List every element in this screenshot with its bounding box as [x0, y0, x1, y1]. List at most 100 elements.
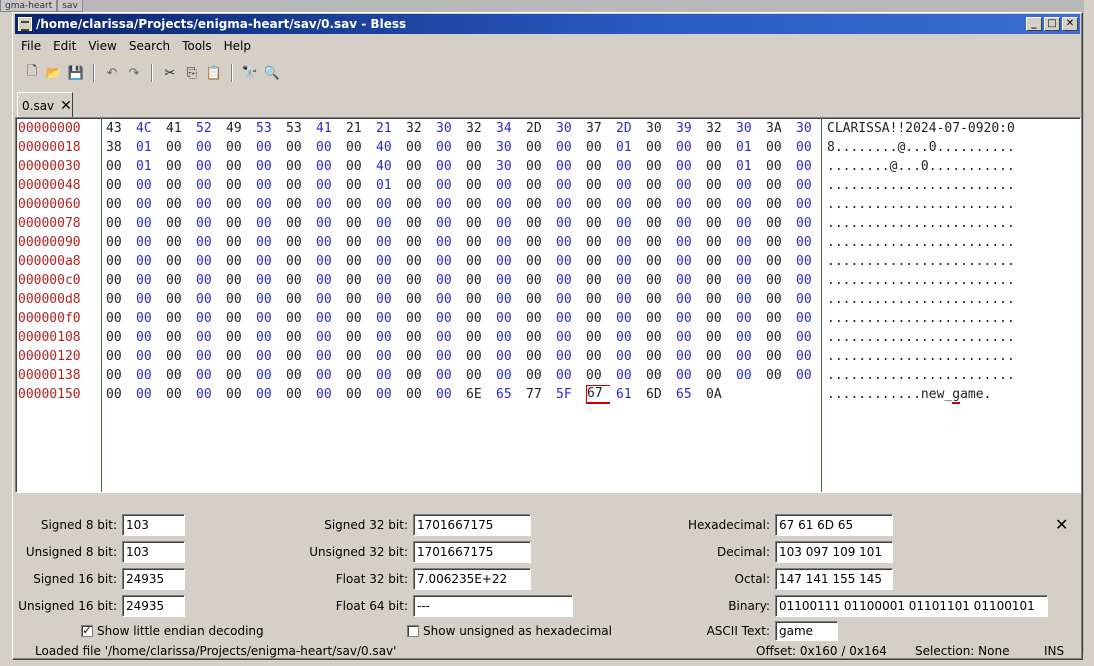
hex-byte[interactable]: 00 — [166, 385, 190, 404]
hex-byte[interactable]: 00 — [466, 328, 490, 347]
hex-byte[interactable]: 00 — [736, 347, 760, 366]
hex-byte[interactable]: 21 — [346, 119, 370, 138]
hex-byte[interactable]: 00 — [406, 328, 430, 347]
hex-byte[interactable]: 00 — [376, 328, 400, 347]
signed32-field[interactable]: 1701667175 — [413, 514, 531, 536]
hex-byte[interactable]: 00 — [256, 271, 280, 290]
hex-byte[interactable]: 00 — [136, 195, 160, 214]
hex-byte[interactable]: 00 — [226, 290, 250, 309]
hex-byte[interactable]: 00 — [676, 195, 700, 214]
hex-byte[interactable]: 00 — [106, 328, 130, 347]
hex-byte[interactable]: 00 — [406, 309, 430, 328]
hex-byte[interactable]: 00 — [796, 328, 820, 347]
hex-byte[interactable]: 00 — [796, 271, 820, 290]
checkbox-checked-icon[interactable]: ✓ — [81, 625, 93, 637]
hex-byte[interactable]: 3A — [766, 119, 790, 138]
hex-byte[interactable]: 00 — [436, 195, 460, 214]
hex-byte[interactable]: 00 — [406, 233, 430, 252]
hex-byte[interactable]: 00 — [766, 176, 790, 195]
hex-byte[interactable]: 41 — [316, 119, 340, 138]
hex-byte[interactable]: 53 — [286, 119, 310, 138]
hex-byte[interactable]: 00 — [106, 385, 130, 404]
hex-byte[interactable]: 00 — [376, 195, 400, 214]
hex-byte[interactable]: 00 — [316, 195, 340, 214]
hex-byte[interactable]: 00 — [646, 347, 670, 366]
hex-byte[interactable]: 00 — [676, 138, 700, 157]
hex-byte[interactable]: 00 — [106, 157, 130, 176]
hex-byte[interactable]: 00 — [676, 233, 700, 252]
hex-byte[interactable]: 00 — [406, 290, 430, 309]
hex-byte[interactable]: 00 — [766, 328, 790, 347]
hex-byte[interactable]: 00 — [196, 309, 220, 328]
hex-byte[interactable]: 00 — [706, 138, 730, 157]
octal-field[interactable]: 147 141 155 145 — [775, 568, 893, 590]
desktop-tab[interactable]: gma-heart — [0, 0, 58, 12]
hex-byte[interactable]: 00 — [676, 366, 700, 385]
title-bar[interactable]: /home/clarissa/Projects/enigma-heart/sav… — [15, 14, 1080, 34]
paste-icon[interactable]: 📋 — [203, 62, 225, 84]
hex-byte[interactable]: 30 — [796, 119, 820, 138]
hex-byte[interactable]: 00 — [526, 233, 550, 252]
hex-byte[interactable]: 00 — [616, 214, 640, 233]
hex-byte[interactable]: 00 — [436, 214, 460, 233]
hex-byte[interactable]: 00 — [706, 290, 730, 309]
hex-byte[interactable]: 00 — [346, 328, 370, 347]
hex-byte[interactable]: 00 — [406, 157, 430, 176]
hex-byte[interactable]: 00 — [106, 195, 130, 214]
hex-byte[interactable]: 01 — [736, 157, 760, 176]
hex-byte[interactable]: 00 — [586, 309, 610, 328]
hex-byte[interactable]: 00 — [616, 271, 640, 290]
hex-byte[interactable]: 00 — [256, 233, 280, 252]
hex-byte[interactable]: 00 — [676, 309, 700, 328]
menu-search[interactable]: Search — [123, 39, 176, 53]
float32-field[interactable]: 7.006235E+22 — [413, 568, 531, 590]
hex-byte[interactable]: 00 — [466, 157, 490, 176]
hex-byte[interactable]: 00 — [106, 290, 130, 309]
hex-byte[interactable]: 00 — [496, 195, 520, 214]
hex-byte[interactable]: 00 — [256, 176, 280, 195]
decimal-field[interactable]: 103 097 109 101 — [775, 541, 893, 563]
hex-byte[interactable]: 00 — [316, 176, 340, 195]
hex-byte[interactable]: 00 — [496, 328, 520, 347]
hex-byte[interactable]: 00 — [196, 366, 220, 385]
hex-byte[interactable]: 00 — [706, 271, 730, 290]
new-file-icon[interactable]: 🗋 — [21, 62, 43, 84]
hex-byte[interactable]: 00 — [196, 176, 220, 195]
hex-byte[interactable]: 00 — [166, 214, 190, 233]
menu-file[interactable]: File — [15, 39, 47, 53]
ascii-text-field[interactable]: game — [775, 621, 838, 641]
hex-byte[interactable]: 30 — [436, 119, 460, 138]
hex-byte[interactable]: 00 — [316, 385, 340, 404]
ascii-column[interactable]: ............new_game. — [827, 385, 1077, 404]
hex-byte[interactable]: 00 — [196, 214, 220, 233]
hex-byte[interactable]: 00 — [736, 271, 760, 290]
hex-byte[interactable]: 6D — [646, 385, 670, 404]
hex-byte[interactable]: 53 — [256, 119, 280, 138]
hex-view[interactable]: 00000000 43 4C 41 52 49 53 53 41 21 21 32 30 32 34 2D 30… — [15, 117, 1081, 493]
hex-byte[interactable]: 00 — [586, 138, 610, 157]
hex-byte[interactable]: 00 — [106, 271, 130, 290]
hex-byte[interactable]: 00 — [766, 290, 790, 309]
hex-byte[interactable]: 00 — [466, 309, 490, 328]
hex-byte[interactable]: 00 — [436, 138, 460, 157]
hex-byte[interactable]: 41 — [166, 119, 190, 138]
hex-byte[interactable]: 39 — [676, 119, 700, 138]
hex-byte[interactable]: 00 — [706, 309, 730, 328]
hex-byte[interactable]: 61 — [616, 385, 640, 404]
hex-byte[interactable]: 00 — [286, 214, 310, 233]
hex-byte[interactable]: 00 — [346, 366, 370, 385]
hex-byte[interactable]: 00 — [556, 328, 580, 347]
hex-byte[interactable]: 00 — [136, 366, 160, 385]
hex-byte[interactable]: 00 — [106, 176, 130, 195]
hex-byte[interactable]: 00 — [556, 214, 580, 233]
hex-byte[interactable]: 00 — [166, 271, 190, 290]
hex-byte[interactable]: 00 — [586, 271, 610, 290]
hex-byte[interactable]: 00 — [586, 328, 610, 347]
hex-byte[interactable]: 00 — [196, 233, 220, 252]
hex-byte[interactable]: 00 — [196, 271, 220, 290]
hex-byte[interactable]: 00 — [346, 138, 370, 157]
hex-byte[interactable]: 32 — [706, 119, 730, 138]
hex-byte[interactable]: 00 — [526, 271, 550, 290]
hex-byte[interactable]: 00 — [436, 290, 460, 309]
hex-byte[interactable]: 00 — [616, 366, 640, 385]
